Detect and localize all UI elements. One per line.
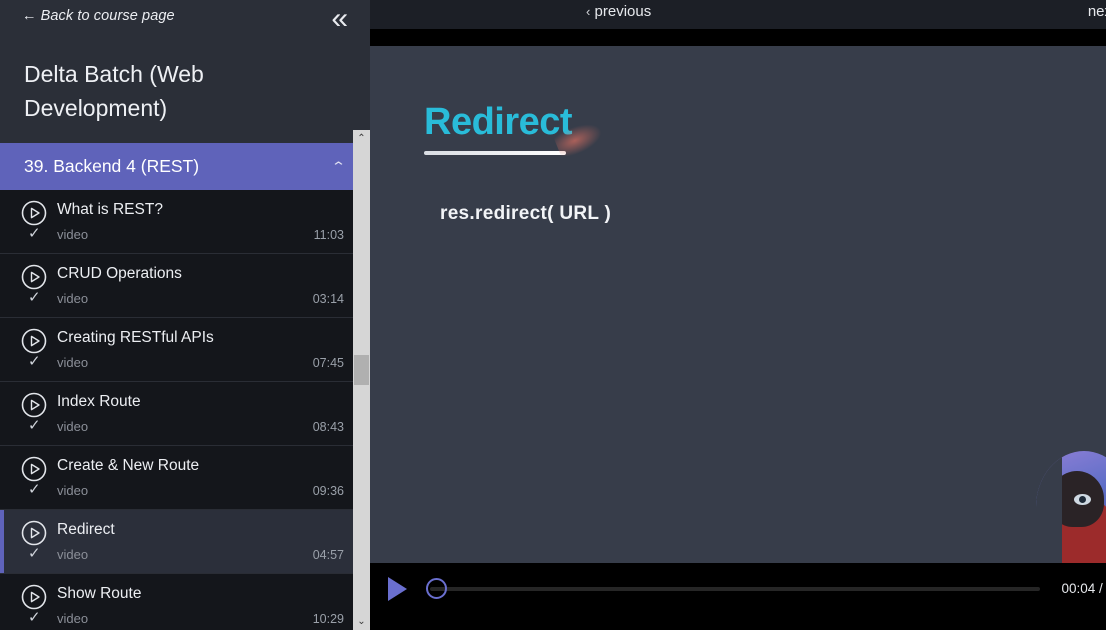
lesson-duration: 10:29 (312, 612, 344, 627)
lesson-duration: 03:14 (312, 292, 344, 307)
presenter-webcam-overlay (1036, 451, 1106, 563)
lesson-type: video (57, 611, 89, 627)
lesson-row[interactable]: ✓ Creating RESTful APIs video 07:45 (0, 318, 370, 383)
lesson-list[interactable]: ✓ What is REST? video 11:03 ✓ CRUD Operations… (0, 190, 370, 630)
completed-check-icon: ✓ (28, 289, 41, 307)
course-title: Delta Batch (Web Development) (0, 31, 370, 144)
lesson-row[interactable]: ✓ What is REST? video 11:03 (0, 190, 370, 255)
lesson-title: Show Route (57, 585, 142, 603)
back-to-course-link[interactable]: ← Back to course page (22, 8, 175, 24)
lesson-title: CRUD Operations (57, 265, 182, 283)
completed-check-icon: ✓ (28, 545, 41, 563)
play-circle-icon (21, 520, 47, 546)
lesson-type: video (57, 547, 89, 563)
video-player-panel: ‹ previous nex Redirect res.redirect( UR… (370, 0, 1106, 630)
section-title: 39. Backend 4 (REST) (24, 156, 200, 177)
play-circle-icon (21, 328, 47, 354)
play-circle-icon (21, 584, 47, 610)
slide-code-text: res.redirect( URL ) (440, 203, 612, 224)
lesson-row[interactable]: ✓ Redirect video 04:57 (0, 510, 370, 575)
progress-scrubber-handle[interactable] (426, 578, 447, 599)
slide-title: Redirect (424, 101, 573, 143)
webcam-left-mask (1036, 451, 1062, 563)
webcam-presenter-eye (1074, 494, 1091, 505)
lesson-title: What is REST? (57, 201, 163, 219)
sidebar-scrollbar[interactable]: ⌃ ⌄ (353, 130, 370, 630)
section-header-backend-4-rest[interactable]: 39. Backend 4 (REST) ⌃ (0, 143, 370, 191)
lesson-title: Index Route (57, 393, 141, 411)
lesson-row[interactable]: ✓ Show Route video 10:29 (0, 574, 370, 630)
course-player-app: ← Back to course page « Delta Batch (Web … (0, 0, 1106, 630)
chevron-left-icon: ‹ (586, 4, 591, 19)
left-arrow-icon: ← (22, 7, 37, 24)
play-circle-icon (21, 456, 47, 482)
scrollbar-thumb[interactable] (354, 355, 369, 385)
progress-track[interactable] (430, 587, 1040, 591)
play-circle-icon (21, 200, 47, 226)
back-to-course-label: Back to course page (40, 7, 175, 24)
scroll-up-arrow-icon[interactable]: ⌃ (353, 130, 370, 147)
lesson-title: Redirect (57, 521, 115, 539)
next-lesson-link[interactable]: nex (1088, 3, 1106, 20)
completed-check-icon: ✓ (28, 353, 41, 371)
video-viewport[interactable]: Redirect res.redirect( URL ) (370, 46, 1106, 563)
lesson-type: video (57, 419, 89, 435)
next-lesson-label: nex (1087, 3, 1106, 20)
lesson-duration: 04:57 (312, 548, 344, 563)
completed-check-icon: ✓ (28, 417, 41, 435)
lesson-duration: 09:36 (312, 484, 344, 499)
lesson-type: video (57, 483, 89, 499)
scroll-down-arrow-icon[interactable]: ⌄ (353, 613, 370, 630)
lesson-title: Create & New Route (57, 457, 200, 475)
collapse-sidebar-icon[interactable]: « (331, 4, 348, 34)
lesson-row[interactable]: ✓ Index Route video 08:43 (0, 382, 370, 447)
time-display: 00:04 / 0 (1061, 581, 1106, 596)
lesson-nav-bar: ‹ previous nex (370, 0, 1106, 29)
completed-check-icon: ✓ (28, 481, 41, 499)
lesson-type: video (57, 291, 89, 307)
selected-accent-bar (0, 510, 4, 574)
lesson-type: video (57, 227, 89, 243)
slide-title-underline (424, 151, 566, 155)
lesson-row[interactable]: ✓ Create & New Route video 09:36 (0, 446, 370, 511)
lesson-row[interactable]: ✓ CRUD Operations video 03:14 (0, 254, 370, 319)
completed-check-icon: ✓ (28, 609, 41, 627)
previous-lesson-link[interactable]: ‹ previous (586, 3, 651, 20)
lesson-type: video (57, 355, 89, 371)
chevron-up-icon: ⌃ (330, 158, 347, 174)
back-to-course-row: ← Back to course page (0, 0, 370, 32)
play-circle-icon (21, 264, 47, 290)
course-sidebar: ← Back to course page « Delta Batch (Web … (0, 0, 370, 630)
video-controls-bar: 00:04 / 0 (370, 563, 1106, 630)
play-circle-icon (21, 392, 47, 418)
lesson-duration: 08:43 (312, 420, 344, 435)
completed-check-icon: ✓ (28, 225, 41, 243)
play-button[interactable] (388, 577, 407, 601)
previous-lesson-label: previous (594, 3, 652, 20)
lesson-duration: 11:03 (313, 228, 344, 243)
lesson-duration: 07:45 (312, 356, 344, 371)
lesson-title: Creating RESTful APIs (57, 329, 214, 347)
